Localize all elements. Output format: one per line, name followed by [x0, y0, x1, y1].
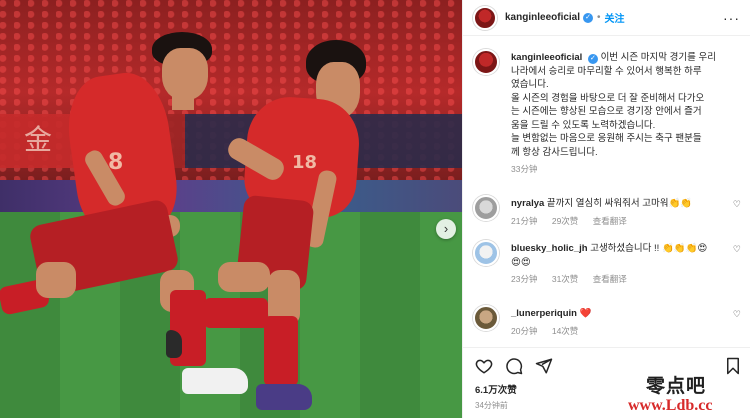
avatar[interactable] — [473, 5, 497, 30]
separator: • — [597, 12, 601, 23]
comment-time: 20分钟 — [511, 325, 538, 336]
comment-time: 23分钟 — [511, 274, 538, 284]
comment-icon[interactable] — [505, 357, 523, 380]
avatar[interactable] — [473, 305, 499, 331]
comment-text: ❤️ — [579, 308, 592, 319]
comment-text: 고생하셨습니다 !! 👏👏👏😍 — [590, 243, 708, 254]
verified-badge-icon: ✓ — [587, 54, 598, 64]
avatar[interactable] — [473, 195, 499, 221]
comment-text-line2: 😍😍 — [511, 256, 531, 268]
heart-icon[interactable]: ♡ — [733, 309, 741, 320]
watermark-title: 零点吧 — [646, 375, 707, 397]
share-icon[interactable] — [535, 357, 553, 380]
comment-username[interactable]: bluesky_holic_jh — [511, 243, 588, 254]
translate-link[interactable]: 查看翻译 — [593, 216, 627, 226]
caption-line: 께 항상 감사드립니다. — [511, 146, 598, 158]
avatar[interactable] — [473, 240, 499, 266]
heart-icon[interactable]: ♡ — [733, 199, 741, 210]
comment-likes[interactable]: 31次赞 — [552, 274, 578, 284]
player-right: 18 — [0, 0, 462, 418]
caption-line: 늘 변함없는 마음으로 응원해 주시는 축구 팬분들 — [511, 133, 702, 144]
comment-text: 끝까지 열심히 싸워줘서 고마워👏👏 — [546, 198, 693, 209]
caption-username[interactable]: kanginleeoficial — [511, 52, 582, 63]
verified-badge-icon: ✓ — [583, 12, 594, 23]
caption-time: 33分钟 — [511, 164, 538, 174]
watermark: 零点吧 www.Ldb.cc — [626, 371, 750, 418]
more-options-icon[interactable]: ··· — [723, 10, 740, 26]
comment-time: 21分钟 — [511, 215, 538, 226]
heart-icon[interactable] — [475, 357, 493, 380]
caption-line: 였습니다. — [511, 79, 549, 90]
comment-likes[interactable]: 29次赞 — [552, 216, 578, 226]
caption-line: 이번 시즌 마지막 경기를 우리 — [600, 52, 717, 63]
jersey-number: 18 — [292, 152, 318, 173]
follow-button[interactable]: 关注 — [605, 10, 625, 25]
caption-line: 올 시즌의 경험을 바탕으로 더 잘 준비해서 다가오 — [511, 92, 705, 104]
watermark-url: www.Ldb.cc — [628, 397, 713, 414]
comment-username[interactable]: nyralya — [511, 198, 544, 209]
translate-link[interactable]: 查看翻译 — [593, 274, 627, 284]
post-photo: 金 8 18 › — [0, 0, 462, 418]
post-panel: kanginleeoficial ✓ • 关注 ··· kanginleeofi… — [462, 0, 750, 418]
caption-line: 는 시즌에는 향상된 모습으로 경기장 안에서 즐거 — [511, 106, 702, 117]
chevron-right-icon[interactable]: › — [436, 219, 456, 239]
heart-icon[interactable]: ♡ — [733, 244, 741, 255]
comments-list: kanginleeoficial ✓ 이번 시즌 마지막 경기를 우리 나라에서… — [463, 37, 750, 347]
comment-username[interactable]: _lunerperiquin — [511, 308, 577, 319]
caption-line: 움을 드릴 수 있도록 노력하겠습니다. — [511, 119, 656, 131]
caption-line: 나라에서 승리로 마무리할 수 있어서 행복한 하루 — [511, 65, 702, 77]
avatar[interactable] — [473, 49, 499, 75]
post-username[interactable]: kanginleeoficial — [505, 12, 580, 23]
comment-likes[interactable]: 14次赞 — [552, 326, 578, 336]
post-header: kanginleeoficial ✓ • 关注 ··· — [463, 0, 750, 36]
